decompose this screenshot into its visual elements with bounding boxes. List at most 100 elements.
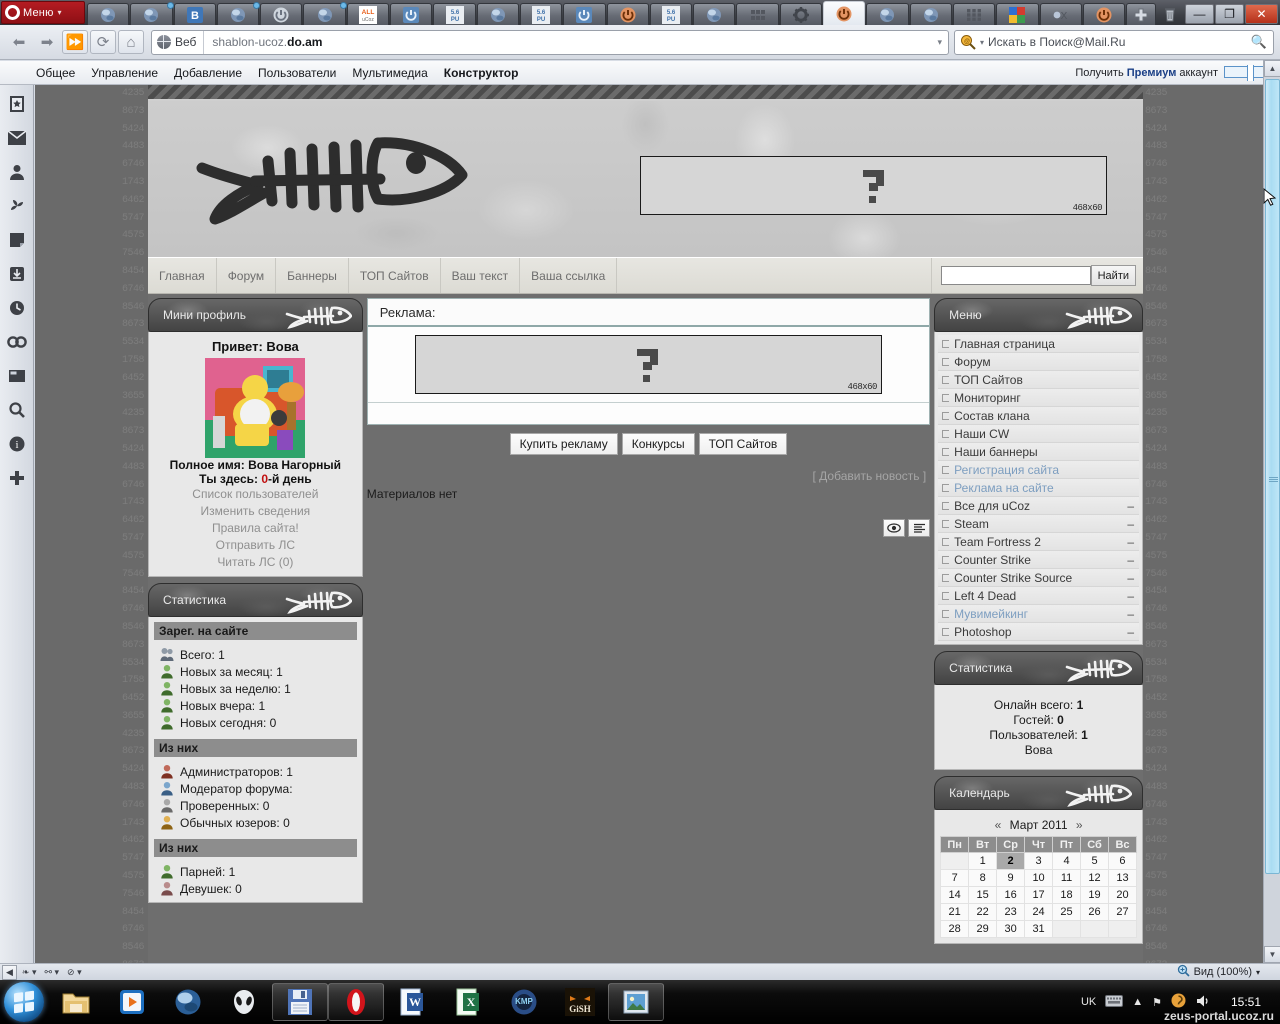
language-indicator[interactable]: UK — [1081, 996, 1096, 1008]
browser-tab-5[interactable] — [260, 3, 303, 25]
info-icon[interactable]: i — [6, 433, 28, 455]
calendar-day-2[interactable]: 2 — [996, 852, 1026, 870]
browser-tab-21[interactable] — [952, 3, 996, 25]
menu-item-9[interactable]: Реклама на сайте — [938, 479, 1139, 497]
browser-tab-4[interactable] — [216, 2, 261, 25]
taskbar-explorer-icon[interactable] — [48, 983, 104, 1021]
url-dropdown-icon[interactable]: ▾ — [937, 37, 942, 48]
menu-item-4[interactable]: Мониторинг — [938, 389, 1139, 407]
calendar-day-23[interactable]: 23 — [996, 903, 1026, 921]
close-button[interactable]: ✕ — [1245, 3, 1278, 24]
network-flag-icon[interactable]: ⚑ — [1152, 996, 1162, 1009]
contests-button[interactable]: Конкурсы — [621, 433, 695, 455]
header-banner-placeholder[interactable]: 468x60 — [640, 156, 1107, 215]
calendar-day-16[interactable]: 16 — [996, 886, 1026, 904]
site-search-input[interactable] — [940, 266, 1091, 285]
premium-account-link[interactable]: Получить Премиум аккаунт — [1075, 65, 1280, 81]
cookies-icon[interactable]: ❧ ▾ — [19, 965, 40, 980]
taskbar-photo-viewer-icon[interactable] — [608, 983, 664, 1021]
forward-icon[interactable]: ➡ — [34, 30, 60, 54]
calendar-day-13[interactable]: 13 — [1107, 869, 1138, 887]
taskbar-gish-icon[interactable]: GiSH — [552, 983, 608, 1021]
nav-item-bannery[interactable]: Баннеры — [276, 258, 349, 293]
browser-tab-22[interactable] — [996, 3, 1039, 25]
opera-menu-button[interactable]: Меню ▾ — [1, 1, 85, 24]
new-tab-button[interactable] — [1126, 3, 1156, 25]
chevron-down-icon[interactable]: ▾ — [1256, 968, 1260, 977]
admin-item-upravlenie[interactable]: Управление — [91, 66, 158, 80]
reload-icon[interactable]: ⟳ — [90, 30, 116, 54]
feeds-icon[interactable] — [6, 195, 28, 217]
calendar-day-5[interactable]: 5 — [1080, 852, 1109, 870]
online-user-name[interactable]: Вова — [940, 743, 1137, 758]
calendar-day-31[interactable]: 31 — [1024, 920, 1054, 938]
calendar-day-18[interactable]: 18 — [1052, 886, 1082, 904]
buy-advertising-button[interactable]: Купить рекламу — [509, 433, 618, 455]
widgets-icon[interactable] — [6, 365, 28, 387]
site-search-button[interactable]: Найти — [1090, 265, 1136, 286]
browser-tab-13[interactable] — [606, 3, 649, 25]
calendar-prev-button[interactable]: « — [990, 818, 1007, 832]
panel-toggle-icon[interactable]: ◀ — [2, 964, 17, 980]
admin-item-konstruktor[interactable]: Конструктор — [444, 66, 519, 80]
calendar-day-24[interactable]: 24 — [1024, 903, 1054, 921]
fast-forward-icon[interactable]: ⏩ — [62, 30, 88, 54]
taskbar-excel-icon[interactable]: X — [440, 983, 496, 1021]
calendar-day-9[interactable]: 9 — [996, 869, 1026, 887]
mail-icon[interactable] — [6, 127, 28, 149]
admin-item-dobavlenie[interactable]: Добавление — [174, 66, 242, 80]
link-read-pm[interactable]: Читать ЛС (0) — [154, 554, 357, 571]
link-edit-profile[interactable]: Изменить сведения — [154, 503, 357, 520]
calendar-day-22[interactable]: 22 — [968, 903, 998, 921]
menu-item-8[interactable]: Регистрация сайта — [938, 461, 1139, 479]
menu-expand-icon[interactable]: – — [1127, 589, 1134, 603]
menu-item-11[interactable]: Steam – — [938, 515, 1139, 533]
browser-tab-10[interactable] — [476, 3, 519, 25]
browser-tab-12[interactable] — [563, 3, 606, 25]
add-news-link[interactable]: [ Добавить новость ] — [367, 469, 930, 483]
minimize-button[interactable]: — — [1185, 3, 1214, 24]
menu-expand-icon[interactable]: – — [1127, 571, 1134, 585]
search-icon[interactable] — [6, 399, 28, 421]
menu-item-6[interactable]: Наши CW — [938, 425, 1139, 443]
scroll-up-button[interactable]: ▲ — [1264, 60, 1280, 77]
notes-icon[interactable] — [6, 229, 28, 251]
menu-item-12[interactable]: Team Fortress 2 – — [938, 533, 1139, 551]
link-site-rules[interactable]: Правила сайта! — [154, 520, 357, 537]
calendar-day-20[interactable]: 20 — [1107, 886, 1138, 904]
center-banner-placeholder[interactable]: 468x60 — [414, 335, 882, 394]
taskbar-opera-red-icon[interactable] — [328, 983, 384, 1021]
tabs-container[interactable]: В ALL uCoz 5.6 PU 5.6 PU 5.6 PU X — [87, 0, 1126, 25]
calendar-day-12[interactable]: 12 — [1080, 869, 1109, 887]
taskbar-media-player-icon[interactable] — [104, 983, 160, 1021]
menu-item-3[interactable]: ТОП Сайтов — [938, 371, 1139, 389]
trash-can-icon[interactable] — [1157, 3, 1183, 25]
taskbar-floppy-save-icon[interactable] — [272, 983, 328, 1021]
images-block-icon[interactable]: ⊘ ▾ — [64, 965, 85, 980]
calendar-day-3[interactable]: 3 — [1024, 852, 1054, 870]
browser-tab-9[interactable]: 5.6 PU — [433, 3, 476, 25]
calendar-day-7[interactable]: 7 — [940, 869, 970, 887]
menu-expand-icon[interactable]: – — [1127, 625, 1134, 639]
taskbar-opera-globe-icon[interactable] — [160, 983, 216, 1021]
keyboard-icon[interactable] — [1105, 994, 1124, 1010]
browser-tab-15[interactable] — [693, 3, 736, 25]
menu-item-17[interactable]: Photoshop – — [938, 623, 1139, 641]
calendar-day-1[interactable]: 1 — [968, 852, 998, 870]
browser-tab-18[interactable] — [823, 1, 866, 25]
admin-item-polzovateli[interactable]: Пользователи — [258, 66, 336, 80]
eye-icon[interactable] — [883, 519, 906, 537]
history-icon[interactable] — [6, 297, 28, 319]
menu-item-1[interactable]: Главная страница — [938, 335, 1139, 353]
calendar-day-15[interactable]: 15 — [968, 886, 998, 904]
menu-item-15[interactable]: Left 4 Dead – — [938, 587, 1139, 605]
maximize-button[interactable]: ❐ — [1215, 3, 1244, 24]
calendar-day-25[interactable]: 25 — [1052, 903, 1082, 921]
calendar-day-17[interactable]: 17 — [1024, 886, 1054, 904]
browser-tab-24[interactable] — [1082, 3, 1126, 25]
taskbar-word-icon[interactable]: W — [384, 983, 440, 1021]
add-icon[interactable] — [6, 467, 28, 489]
browser-tab-17[interactable] — [779, 3, 823, 25]
admin-item-multimedia[interactable]: Мультимедиа — [352, 66, 427, 80]
browser-tab-19[interactable] — [866, 3, 909, 25]
